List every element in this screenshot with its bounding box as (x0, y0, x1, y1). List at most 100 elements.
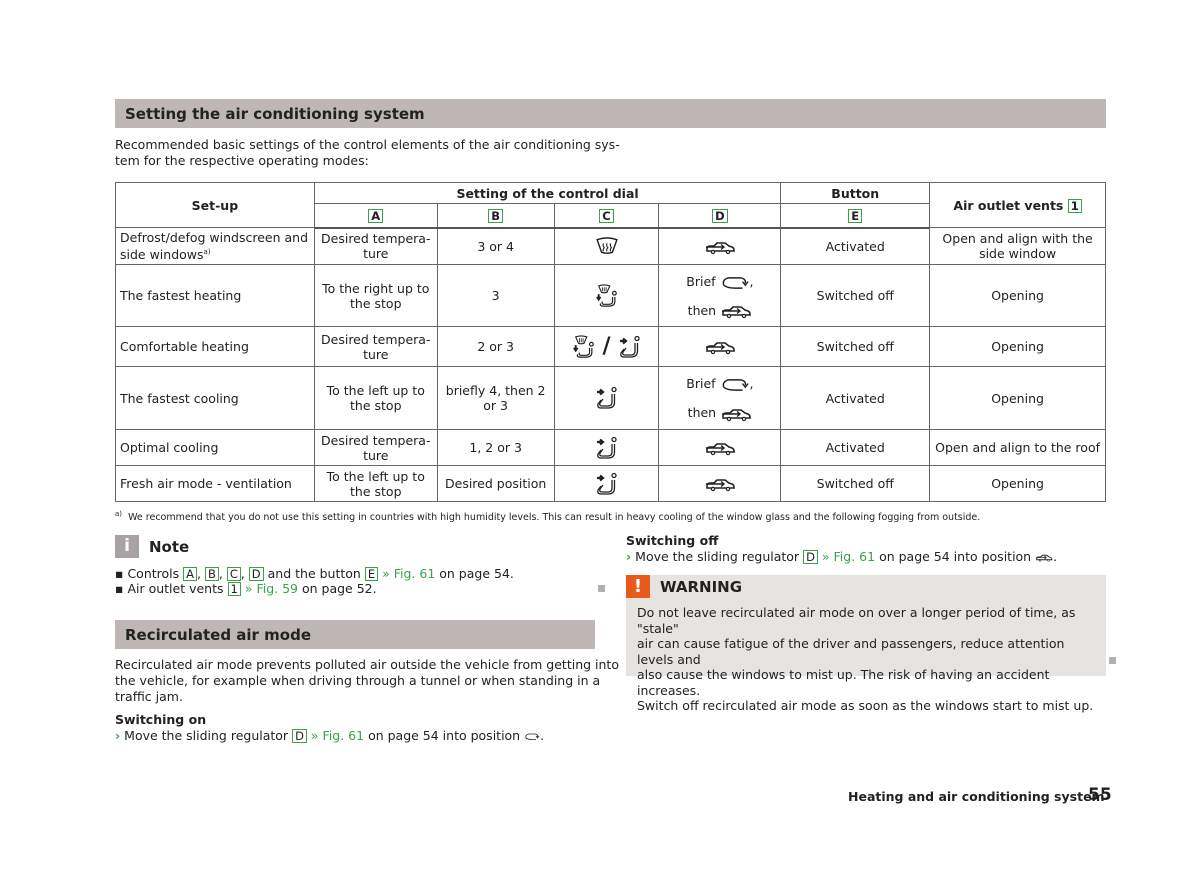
fig-61-link[interactable]: » Fig. 61 (311, 728, 364, 743)
step-end: . (540, 728, 545, 743)
cell-b: 2 or 3 (436, 326, 555, 367)
cell-e: Switched off (780, 465, 931, 502)
header-button: Button (780, 182, 931, 204)
cell-e: Activated (780, 429, 931, 466)
switching-on-step: › Move the sliding regulator D » Fig. 61 … (115, 728, 544, 743)
table-row: The fastest cooling To the left up to th… (115, 366, 1106, 430)
footnote: a) We recommend that you do not use this… (115, 510, 980, 523)
step-text: Move the sliding regulator (124, 728, 289, 743)
tag-1: 1 (1067, 198, 1082, 213)
cell-c: / (553, 326, 660, 367)
fresh-air-icon (720, 303, 752, 319)
intro-line: Recommended basic settings of the contro… (115, 137, 620, 152)
cell-c (553, 465, 660, 502)
fig-61-link[interactable]: » Fig. 61 (822, 549, 875, 564)
bullet-text: on page 52. (301, 581, 377, 596)
cell-c (553, 429, 660, 466)
cell-e: Activated (780, 366, 931, 430)
cell-b: briefly 4, then 2 or 3 (436, 366, 555, 430)
cell-setup: Defrost/defog windscreen and side window… (115, 227, 315, 265)
warning-line: Do not leave recirculated air mode on ov… (637, 605, 1076, 636)
step-text: Move the sliding regulator (635, 549, 800, 564)
cell-e: Switched off (780, 264, 931, 327)
header-vents-label: Air outlet vents (953, 197, 1064, 213)
cell-setup: Optimal cooling (115, 429, 315, 466)
header-vents: Air outlet vents 1 (929, 182, 1106, 228)
header-control-dial: Setting of the control dial (313, 182, 782, 204)
cell-b: 3 or 4 (436, 227, 555, 265)
step-text: on page 54 into position (879, 549, 1032, 564)
footnote-text: We recommend that you do not use this se… (128, 512, 981, 524)
cell-d (658, 429, 782, 466)
warning-text: Do not leave recirculated air mode on ov… (637, 605, 1102, 714)
cell-a: To the left up to the stop (313, 465, 438, 502)
warning-line: also cause the windows to mist up. The r… (637, 667, 1050, 698)
tag-D: D (803, 550, 818, 564)
warning-title: WARNING (660, 578, 743, 596)
brief-label: Brief (686, 273, 716, 289)
table-row: Optimal cooling Desired tempera-ture 1, … (115, 429, 1106, 466)
bullet-text: on page 54. (439, 566, 514, 581)
cell-vents: Opening (929, 465, 1106, 502)
cell-d (658, 465, 782, 502)
cell-a: Desired tempera-ture (313, 227, 438, 265)
cell-c (553, 366, 660, 430)
body-line: Recirculated air mode prevents polluted … (115, 657, 619, 672)
cell-a: To the right up to the stop (313, 264, 438, 327)
table-row: Fresh air mode - ventilation To the left… (115, 465, 1106, 502)
warning-line: Switch off recirculated air mode as soon… (637, 698, 1094, 713)
cell-b: 1, 2 or 3 (436, 429, 555, 466)
cell-e: Activated (780, 227, 931, 265)
intro-line: tem for the respective operating modes: (115, 153, 369, 168)
warning-icon: ! (626, 575, 650, 598)
footnote-ref: a) (203, 247, 211, 256)
cell-setup: The fastest cooling (115, 366, 315, 430)
cell-a: Desired tempera-ture (313, 326, 438, 367)
fresh-air-icon (1035, 553, 1053, 562)
table-row: The fastest heating To the right up to t… (115, 264, 1106, 327)
upper-body-icon (595, 472, 619, 496)
warning-line: air can cause fatigue of the driver and … (637, 636, 1065, 667)
windscreen-footwell-icon (595, 284, 619, 308)
separator: / (602, 334, 611, 359)
recirculation-icon (720, 274, 750, 291)
setup-text: Defrost/defog windscreen and side window… (120, 229, 309, 263)
cell-c (553, 227, 660, 265)
section-header-setting-ac: Setting the air conditioning system (115, 99, 1106, 128)
tag-C: C (226, 567, 241, 581)
section-title: Recirculated air mode (125, 625, 312, 644)
windscreen-defrost-icon (594, 237, 620, 255)
then-label: then (687, 405, 717, 420)
tag-D: D (712, 208, 728, 223)
cell-vents: Opening (929, 366, 1106, 430)
note-bullet: ▪ Air outlet vents 1 » Fig. 59 on page 5… (115, 581, 377, 596)
header-setup: Set-up (115, 182, 315, 228)
upper-body-icon (595, 386, 619, 410)
fresh-air-icon (720, 406, 752, 422)
fig-59-link[interactable]: » Fig. 59 (245, 581, 298, 596)
note-title: Note (149, 538, 190, 556)
intro-paragraph: Recommended basic settings of the contro… (115, 137, 620, 169)
switching-on-heading: Switching on (115, 712, 207, 727)
cell-d (658, 227, 782, 265)
end-mark (1109, 657, 1116, 664)
body-line: traffic jam. (115, 689, 183, 704)
tag-A: A (368, 208, 384, 223)
fig-61-link[interactable]: » Fig. 61 (382, 566, 435, 581)
body-line: the vehicle, for example when driving th… (115, 673, 601, 688)
recirculation-icon (524, 732, 540, 741)
cell-b: 3 (436, 264, 555, 327)
chevron-right-icon: › (115, 728, 121, 743)
info-icon: i (115, 535, 139, 558)
table-row: Defrost/defog windscreen and side window… (115, 227, 1106, 265)
cell-a: Desired tempera-ture (313, 429, 438, 466)
tag-B: B (204, 567, 219, 581)
recirculated-body: Recirculated air mode prevents polluted … (115, 657, 619, 705)
fresh-air-icon (704, 476, 736, 492)
tag-A: A (183, 567, 198, 581)
tag-1: 1 (227, 582, 241, 596)
upper-body-icon (618, 335, 642, 359)
tag-D: D (292, 729, 307, 743)
bullet-text: and the button (267, 566, 361, 581)
cell-vents: Open and align with the side window (929, 227, 1106, 265)
